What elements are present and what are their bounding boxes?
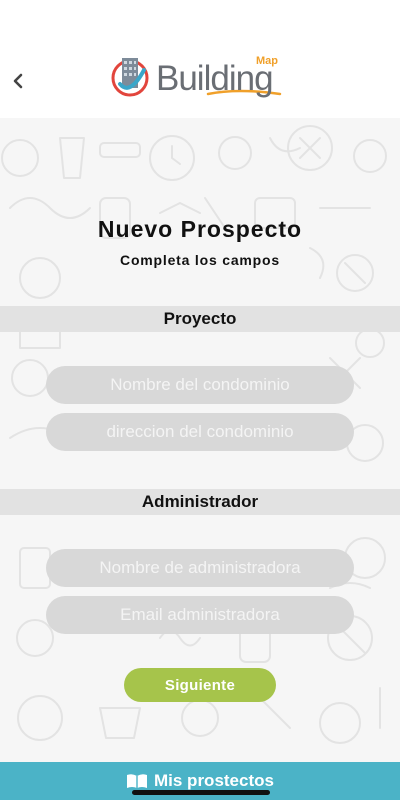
condominium-address-input[interactable] — [46, 413, 354, 451]
administrator-name-input[interactable] — [46, 549, 354, 587]
page-title: Nuevo Prospecto — [97, 216, 303, 242]
section-header-administrator: Administrador — [0, 489, 400, 515]
building-map-logo: Building Map — [108, 50, 288, 106]
app-screen: Building Map Nuevo Prospecto Completa lo… — [0, 0, 400, 800]
administrator-email-input[interactable] — [46, 596, 354, 634]
next-button[interactable]: Siguiente — [124, 668, 276, 702]
my-prospects-label: Mis prostectos — [154, 771, 274, 790]
header: Building Map — [0, 0, 400, 118]
logo-map: Map — [256, 55, 278, 67]
section-header-project: Proyecto — [0, 306, 400, 332]
condominium-name-input[interactable] — [46, 366, 354, 404]
page-subtitle: Completa los campos — [120, 252, 280, 268]
chevron-left-icon — [13, 73, 23, 89]
back-button[interactable] — [4, 66, 32, 96]
book-open-icon — [127, 774, 147, 788]
home-indicator — [132, 790, 270, 795]
